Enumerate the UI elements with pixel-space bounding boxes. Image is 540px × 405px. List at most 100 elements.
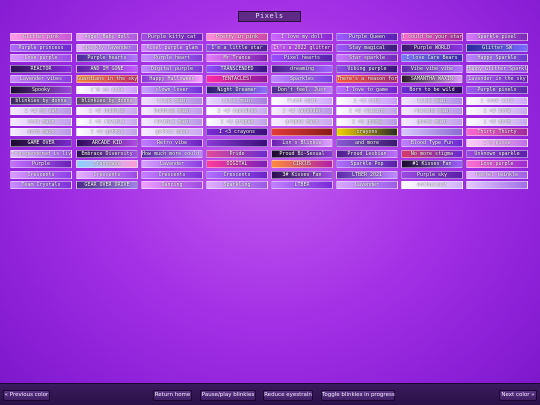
- blinkie-image[interactable]: REACTOR: [10, 64, 72, 73]
- blinkie-image[interactable]: dorm main: [10, 128, 72, 137]
- blinkie-image[interactable]: clown lover: [141, 86, 203, 94]
- blinkie-image[interactable]: Pixel purple glam: [141, 43, 203, 52]
- blinkie-image[interactable]: AND IM GONE: [76, 64, 138, 73]
- blinkie-image[interactable]: Star sparkle: [336, 54, 398, 63]
- blinkie-image[interactable]: Don't feel. Just: [271, 86, 333, 94]
- blinkie-image[interactable]: I love to game: [336, 86, 398, 94]
- blinkie-image[interactable]: crayons: [336, 128, 398, 137]
- blinkie-image[interactable]: Purple hearts: [76, 54, 138, 63]
- blinkie-image[interactable]: 3# Kisses Fan: [271, 170, 333, 179]
- blinkie-image[interactable]: Transgendered is living it: [10, 149, 72, 158]
- blinkie-image[interactable]: [271, 128, 333, 137]
- blinkie-image[interactable]: Vibing purple: [336, 64, 398, 73]
- blinkie-image[interactable]: Angel Baby doll: [76, 33, 138, 41]
- blinkie-image[interactable]: Team Crystals: [10, 181, 72, 190]
- blinkie-image[interactable]: and more: [336, 139, 398, 147]
- blinkie-image[interactable]: Purple: [10, 160, 72, 169]
- blinkie-image[interactable]: TRANSCENDED: [206, 64, 268, 73]
- blinkie-image[interactable]: Lavender: [141, 160, 203, 169]
- blinkie-image[interactable]: blinkies by donna: [76, 96, 138, 105]
- blinkie-image[interactable]: I <3 ravioli: [76, 117, 138, 126]
- blinkie-image[interactable]: grapes main: [271, 117, 333, 126]
- blinkie-image[interactable]: Sparkly lavender: [76, 43, 138, 52]
- blinkie-image[interactable]: Purple Queen: [336, 33, 398, 41]
- toggle-progress-button[interactable]: Toggle blinkies in progress: [321, 390, 395, 401]
- blinkie-image[interactable]: I <3 dorm: [466, 117, 528, 126]
- blinkie-image[interactable]: I love my doll: [271, 33, 333, 41]
- blinkie-image[interactable]: Mr Trance: [206, 54, 268, 63]
- blinkie-image[interactable]: Proud Lesbian: [336, 149, 398, 158]
- blinkie-image[interactable]: Pretty in pink: [206, 33, 268, 41]
- blinkie-image[interactable]: dreaming: [271, 64, 333, 73]
- blinkie-image[interactable]: Lavender: [336, 181, 398, 190]
- blinkie-image[interactable]: Happy Glitter Sparkle: [466, 64, 528, 73]
- blinkie-image[interactable]: Crescents: [206, 170, 268, 179]
- blinkie-image[interactable]: How much more could HE be?: [141, 149, 203, 158]
- blinkie-image[interactable]: I <3 lavender: [271, 107, 333, 116]
- blinkie-image[interactable]: It's a 2022 glitter: [271, 43, 333, 52]
- blinkie-image[interactable]: TENTACLES!: [206, 75, 268, 84]
- blinkie-image[interactable]: CIRCUS: [271, 160, 333, 169]
- blinkie-image[interactable]: gothic main: [141, 128, 203, 137]
- blinkie-image[interactable]: bubbles main: [141, 107, 203, 116]
- blinkie-image[interactable]: Unknown sparkle: [466, 149, 528, 158]
- blinkie-image[interactable]: Crescents: [76, 170, 138, 179]
- blinkie-image[interactable]: lilac main: [401, 96, 463, 105]
- blinkie-image[interactable]: Happy Halloween: [141, 75, 203, 84]
- blinkie-image[interactable]: Crescents: [141, 170, 203, 179]
- blinkie-image[interactable]: I love cute: [466, 96, 528, 105]
- blinkie-image[interactable]: raisins main: [401, 107, 463, 116]
- blinkie-image[interactable]: Digital purple: [141, 64, 203, 73]
- blinkie-image[interactable]: Guardians in the sky: [76, 75, 138, 84]
- blinkie-image[interactable]: I <3 cute: [336, 96, 398, 105]
- blinkie-image[interactable]: #1 Kisses Fan: [401, 160, 463, 169]
- next-color-button[interactable]: Next color »: [499, 390, 537, 401]
- blinkie-image[interactable]: ARCADE KID: [76, 139, 138, 147]
- blinkie-image[interactable]: Lon's Blinkie: [271, 139, 333, 147]
- blinkie-image[interactable]: I <3 bubbles: [76, 107, 138, 116]
- pause-play-blinkies-button[interactable]: Pause/play blinkies: [200, 390, 256, 401]
- blinkie-image[interactable]: Happy Sparkle: [466, 54, 528, 63]
- blinkie-image[interactable]: blinkies by donna: [10, 96, 72, 105]
- blinkie-image[interactable]: I'm pixie: [466, 139, 528, 147]
- blinkie-image[interactable]: Embrace Diversity: [76, 149, 138, 158]
- blinkie-image[interactable]: enthusiast: [401, 181, 463, 190]
- blinkie-image[interactable]: I <3 sora: [466, 107, 528, 116]
- blinkie-image[interactable]: Dancing: [141, 181, 203, 190]
- blinkie-image[interactable]: Purple princess: [10, 43, 72, 52]
- blinkie-image[interactable]: Transmasc: [76, 160, 138, 169]
- blinkie-image[interactable]: I <3 gothic: [76, 128, 138, 137]
- blinkie-image[interactable]: Purple kitty cat: [141, 33, 203, 41]
- blinkie-image[interactable]: Sparkle pixel: [466, 33, 528, 41]
- blinkie-image[interactable]: ravioli main: [141, 117, 203, 126]
- blinkie-image[interactable]: LTBER 2021: [336, 170, 398, 179]
- blinkie-image[interactable]: I <3 cupcakes: [206, 107, 268, 116]
- blinkie-image[interactable]: Glitter SW: [466, 43, 528, 52]
- blinkie-image[interactable]: Glitter pink: [10, 33, 72, 41]
- blinkie-image[interactable]: lilac main: [206, 96, 268, 105]
- blinkie-image[interactable]: Sparkles: [271, 75, 333, 84]
- blinkie-image[interactable]: I could be your starry: [401, 33, 463, 41]
- blinkie-image[interactable]: Spooky: [10, 86, 72, 94]
- blinkie-image[interactable]: Purple pixels: [466, 86, 528, 94]
- blinkie-image[interactable]: [401, 128, 463, 137]
- blinkie-image[interactable]: Stay magical: [336, 43, 398, 52]
- blinkie-image[interactable]: I'm so cute: [76, 86, 138, 94]
- blinkie-image[interactable]: I <3 raisins: [336, 107, 398, 116]
- blinkie-image[interactable]: Purple WORLD: [401, 43, 463, 52]
- blinkie-image[interactable]: Crescents: [10, 170, 72, 179]
- blinkie-image[interactable]: Proud Bi-Sexual: [271, 149, 333, 158]
- blinkie-image[interactable]: I <3 crayons: [206, 128, 268, 137]
- reduce-eyestrain-button[interactable]: Reduce eyestrain: [263, 390, 313, 401]
- blinkie-image[interactable]: Love purple: [466, 160, 528, 169]
- blinkie-image[interactable]: Lavender in the sky: [466, 75, 528, 84]
- blinkie-image[interactable]: Pixel hearts: [271, 54, 333, 63]
- blinkie-image[interactable]: Lavender vibes: [10, 75, 72, 84]
- blinkie-image[interactable]: Born to be wild: [401, 86, 463, 94]
- blinkie-image[interactable]: lilac main: [141, 96, 203, 105]
- blinkie-image[interactable]: There's a reason for this: [336, 75, 398, 84]
- blinkie-image[interactable]: gnome main: [401, 117, 463, 126]
- blinkie-image[interactable]: Sparkling: [206, 181, 268, 190]
- blinkie-image[interactable]: flash main: [271, 96, 333, 105]
- blinkie-image[interactable]: sora main: [10, 117, 72, 126]
